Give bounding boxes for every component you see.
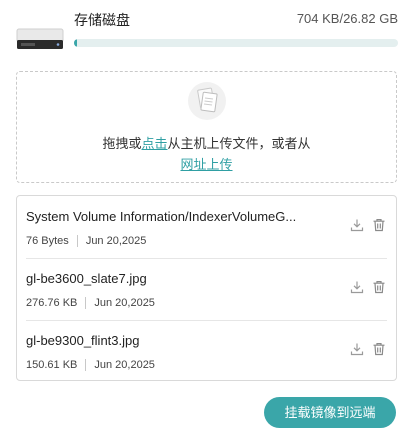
storage-progress-bar: [74, 39, 398, 47]
upload-dropzone[interactable]: 拖拽或点击从主机上传文件，或者从 网址上传: [16, 71, 397, 183]
file-size: 150.61 KB: [26, 359, 78, 371]
file-name: System Volume Information/IndexerVolumeG…: [26, 209, 297, 224]
click-upload-link[interactable]: 点击: [141, 136, 167, 151]
storage-progress-fill: [74, 39, 77, 47]
upload-text-suffix: 从主机上传文件，或者从: [167, 136, 311, 151]
mount-image-button[interactable]: 挂载镜像到远端: [264, 397, 396, 428]
file-actions: [350, 218, 386, 232]
file-meta: 150.61 KB Jun 20,2025: [26, 359, 155, 371]
file-date: Jun 20,2025: [94, 297, 155, 309]
file-row: gl-be3600_slate7.jpg 276.76 KB Jun 20,202…: [17, 258, 396, 320]
file-row: System Volume Information/IndexerVolumeG…: [17, 196, 396, 258]
trash-icon[interactable]: [372, 342, 386, 356]
file-row: gl-be9300_flint3.jpg 150.61 KB Jun 20,202…: [17, 320, 396, 382]
file-size: 76 Bytes: [26, 235, 69, 247]
url-upload-row: 网址上传: [17, 154, 396, 173]
file-date: Jun 20,2025: [94, 359, 155, 371]
storage-panel: 存储磁盘 704 KB/26.82 GB: [16, 8, 398, 56]
file-name: gl-be3600_slate7.jpg: [26, 271, 147, 286]
meta-separator: [85, 359, 87, 371]
trash-icon[interactable]: [372, 218, 386, 232]
trash-icon[interactable]: [372, 280, 386, 294]
upload-instructions: 拖拽或点击从主机上传文件，或者从: [17, 133, 396, 152]
file-meta: 276.76 KB Jun 20,2025: [26, 297, 155, 309]
url-upload-link[interactable]: 网址上传: [180, 157, 232, 172]
meta-separator: [85, 297, 87, 309]
file-actions: [350, 280, 386, 294]
download-icon[interactable]: [350, 342, 364, 356]
storage-title: 存储磁盘: [74, 12, 130, 28]
file-date: Jun 20,2025: [85, 235, 147, 247]
file-size: 276.76 KB: [26, 297, 78, 309]
download-icon[interactable]: [350, 280, 364, 294]
upload-text-prefix: 拖拽或: [102, 136, 142, 151]
download-icon[interactable]: [350, 218, 364, 232]
storage-usage-text: 704 KB/26.82 GB: [296, 11, 398, 26]
drive-icon: [16, 28, 64, 49]
meta-separator: [76, 235, 78, 247]
file-name: gl-be9300_flint3.jpg: [26, 333, 140, 348]
file-list: System Volume Information/IndexerVolumeG…: [16, 195, 397, 381]
upload-documents-icon: [188, 82, 226, 120]
file-meta: 76 Bytes Jun 20,2025: [26, 235, 146, 247]
file-actions: [350, 342, 386, 356]
